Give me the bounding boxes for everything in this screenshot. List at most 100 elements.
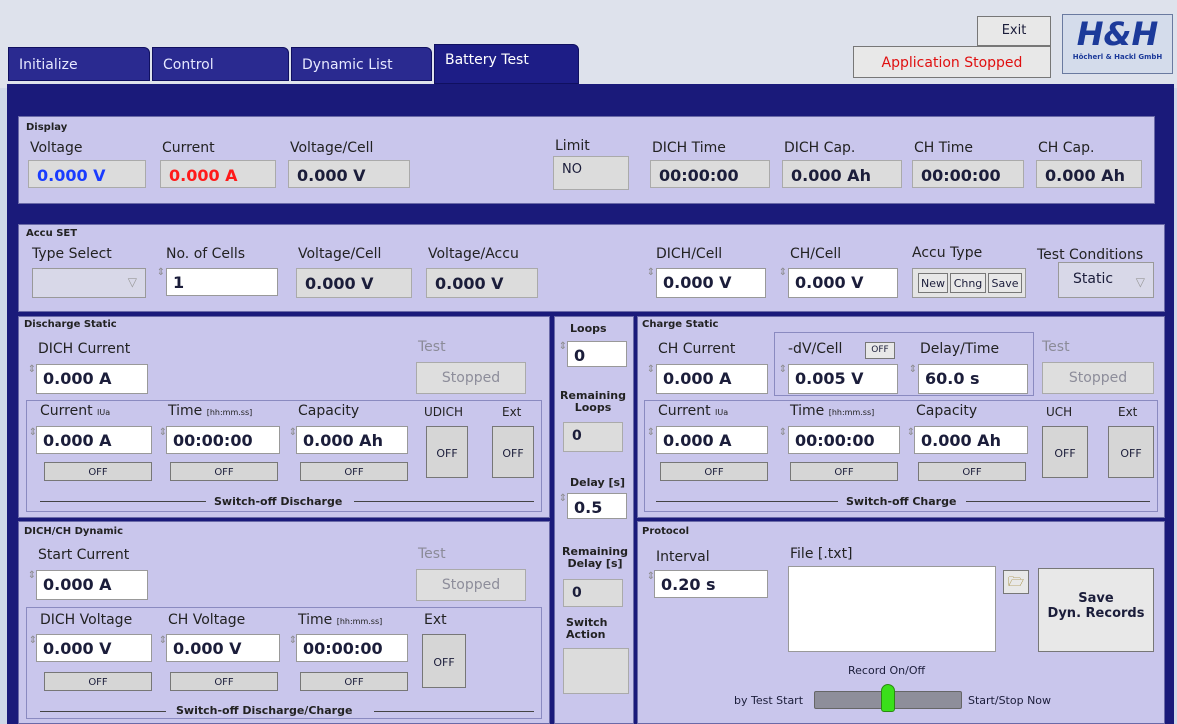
save-dyn-records-button[interactable]: Save Dyn. Records xyxy=(1038,568,1154,652)
cells-spinner-icon[interactable]: ⇕ xyxy=(156,268,166,278)
record-switch-knob[interactable] xyxy=(881,684,895,712)
dv-off-button[interactable]: OFF xyxy=(865,342,895,359)
ch-time-input[interactable]: 00:00:00 xyxy=(788,426,900,454)
loops-label: Loops xyxy=(570,322,607,335)
ch-cur-sub: IUa xyxy=(715,408,729,417)
type-select-dropdown[interactable]: ▽ xyxy=(32,268,146,298)
dich-voltage-input[interactable]: 0.000 V xyxy=(36,634,152,662)
voltage-label: Voltage xyxy=(30,140,83,156)
ch-current-spinner-icon[interactable]: ⇕ xyxy=(646,365,656,375)
current-display: 0.000 A xyxy=(160,160,276,188)
dich-voltage-off-button[interactable]: OFF xyxy=(44,672,152,691)
ch-ext-off-button[interactable]: OFF xyxy=(1108,426,1154,478)
accu-set-title: Accu SET xyxy=(26,228,78,239)
charge-test-label: Test xyxy=(1042,339,1070,355)
test-conditions-label: Test Conditions xyxy=(1037,247,1144,263)
ch-cap-off-button[interactable]: OFF xyxy=(918,462,1026,481)
dich-voltage-label: DICH Voltage xyxy=(40,612,133,628)
ch-ext-label: Ext xyxy=(1118,405,1138,419)
folder-icon[interactable]: 🗁 xyxy=(1003,570,1029,594)
logo-subtitle: Höcherl & Hackl GmbH xyxy=(1072,53,1163,61)
udich-label: UDICH xyxy=(424,405,463,419)
discharge-divider-left xyxy=(40,501,206,502)
discharge-test-label: Test xyxy=(418,339,446,355)
ch-cur-off-button[interactable]: OFF xyxy=(660,462,768,481)
charge-divider-right xyxy=(966,501,1150,502)
dich-cell-input[interactable]: 0.000 V xyxy=(656,268,766,298)
dich-time-off-button[interactable]: OFF xyxy=(170,462,278,481)
dynamic-test-button[interactable]: Stopped xyxy=(416,569,526,601)
accu-change-button[interactable]: Chng xyxy=(950,273,986,293)
ch-time-off-button[interactable]: OFF xyxy=(790,462,898,481)
ch-time-display: 00:00:00 xyxy=(912,160,1024,188)
accu-save-button[interactable]: Save xyxy=(988,273,1022,293)
dich-cap-display: 0.000 Ah xyxy=(782,160,902,188)
file-label: File [.txt] xyxy=(790,546,853,562)
ch-voltage-input[interactable]: 0.000 V xyxy=(166,634,280,662)
accu-new-button[interactable]: New xyxy=(918,273,948,293)
ch-time-sw-sub: [hh:mm.ss] xyxy=(828,408,875,417)
ch-current-input[interactable]: 0.000 A xyxy=(656,364,768,394)
uch-off-button[interactable]: OFF xyxy=(1042,426,1088,478)
tab-initialize[interactable]: Initialize xyxy=(8,47,150,81)
discharge-test-button[interactable]: Stopped xyxy=(416,362,526,394)
dyn-time-off-button[interactable]: OFF xyxy=(300,672,408,691)
interval-input[interactable]: 0.20 s xyxy=(654,570,768,598)
ch-voltage-off-button[interactable]: OFF xyxy=(170,672,278,691)
delay-time-spinner-icon[interactable]: ⇕ xyxy=(908,365,918,375)
dv-input[interactable]: 0.005 V xyxy=(788,364,898,394)
discharge-static-title: Discharge Static xyxy=(24,319,117,330)
ch-cap-input[interactable]: 0.000 Ah xyxy=(914,426,1028,454)
dyn-time-input[interactable]: 00:00:00 xyxy=(296,634,408,662)
dich-ext-off-button[interactable]: OFF xyxy=(492,426,534,478)
delay-time-input[interactable]: 60.0 s xyxy=(918,364,1028,394)
dich-current-input[interactable]: 0.000 A xyxy=(36,364,148,394)
charge-test-button[interactable]: Stopped xyxy=(1042,362,1154,394)
ch-cell-input[interactable]: 0.000 V xyxy=(788,268,898,298)
delay-input[interactable]: 0.5 xyxy=(567,493,627,519)
ch-cur-spinner-icon[interactable]: ⇕ xyxy=(646,428,656,438)
ch-cap-sw-label: Capacity xyxy=(916,403,978,419)
remaining-loops-display: 0 xyxy=(563,422,623,452)
dynamic-divider-left xyxy=(40,711,166,712)
display-title: Display xyxy=(26,122,68,133)
udich-off-button[interactable]: OFF xyxy=(426,426,468,478)
logo-mark: H&H xyxy=(1076,15,1159,53)
ch-cell-label: CH/Cell xyxy=(790,246,842,262)
ch-time-spinner-icon[interactable]: ⇕ xyxy=(778,428,788,438)
ch-cap-display: 0.000 Ah xyxy=(1036,160,1142,188)
ch-current-label: CH Current xyxy=(658,341,736,357)
voltage-cell-display: 0.000 V xyxy=(288,160,410,188)
dynamic-footer: Switch-off Discharge/Charge xyxy=(176,704,353,717)
start-current-label: Start Current xyxy=(38,547,130,563)
test-conditions-dropdown[interactable]: Static ▽ xyxy=(1058,262,1154,298)
file-path-input[interactable] xyxy=(788,566,996,652)
cells-input[interactable]: 1 xyxy=(166,268,278,296)
tab-dynamic-list[interactable]: Dynamic List xyxy=(291,47,432,81)
dich-cap-input[interactable]: 0.000 Ah xyxy=(296,426,408,454)
protocol-title: Protocol xyxy=(642,526,690,537)
company-logo: H&H Höcherl & Hackl GmbH xyxy=(1062,14,1173,74)
dyn-ext-off-button[interactable]: OFF xyxy=(422,634,466,688)
ch-cap-label: CH Cap. xyxy=(1038,140,1095,156)
start-stop-now-label: Start/Stop Now xyxy=(968,694,1052,707)
dich-time-input[interactable]: 00:00:00 xyxy=(166,426,280,454)
dich-cell-spinner-icon[interactable]: ⇕ xyxy=(646,268,656,278)
dyn-time-label: Time [hh:mm.ss] xyxy=(298,612,382,628)
test-conditions-value: Static xyxy=(1073,271,1114,287)
dich-time-sw-sub: [hh:mm.ss] xyxy=(206,408,253,417)
tab-control[interactable]: Control xyxy=(152,47,289,81)
dich-cur-off-button[interactable]: OFF xyxy=(44,462,152,481)
dich-cur-input[interactable]: 0.000 A xyxy=(36,426,152,454)
ch-cell-spinner-icon[interactable]: ⇕ xyxy=(778,268,788,278)
dich-time-sw-label-text: Time xyxy=(168,403,203,419)
dich-cap-off-button[interactable]: OFF xyxy=(300,462,408,481)
start-current-input[interactable]: 0.000 A xyxy=(36,570,148,600)
loops-input[interactable]: 0 xyxy=(567,341,627,367)
exit-button[interactable]: Exit xyxy=(977,16,1051,46)
tab-battery-test[interactable]: Battery Test xyxy=(434,44,579,84)
ch-cur-input[interactable]: 0.000 A xyxy=(656,426,768,454)
accu-vcell-label: Voltage/Cell xyxy=(298,246,382,262)
charge-footer: Switch-off Charge xyxy=(846,495,957,508)
dv-spinner-icon[interactable]: ⇕ xyxy=(778,365,788,375)
